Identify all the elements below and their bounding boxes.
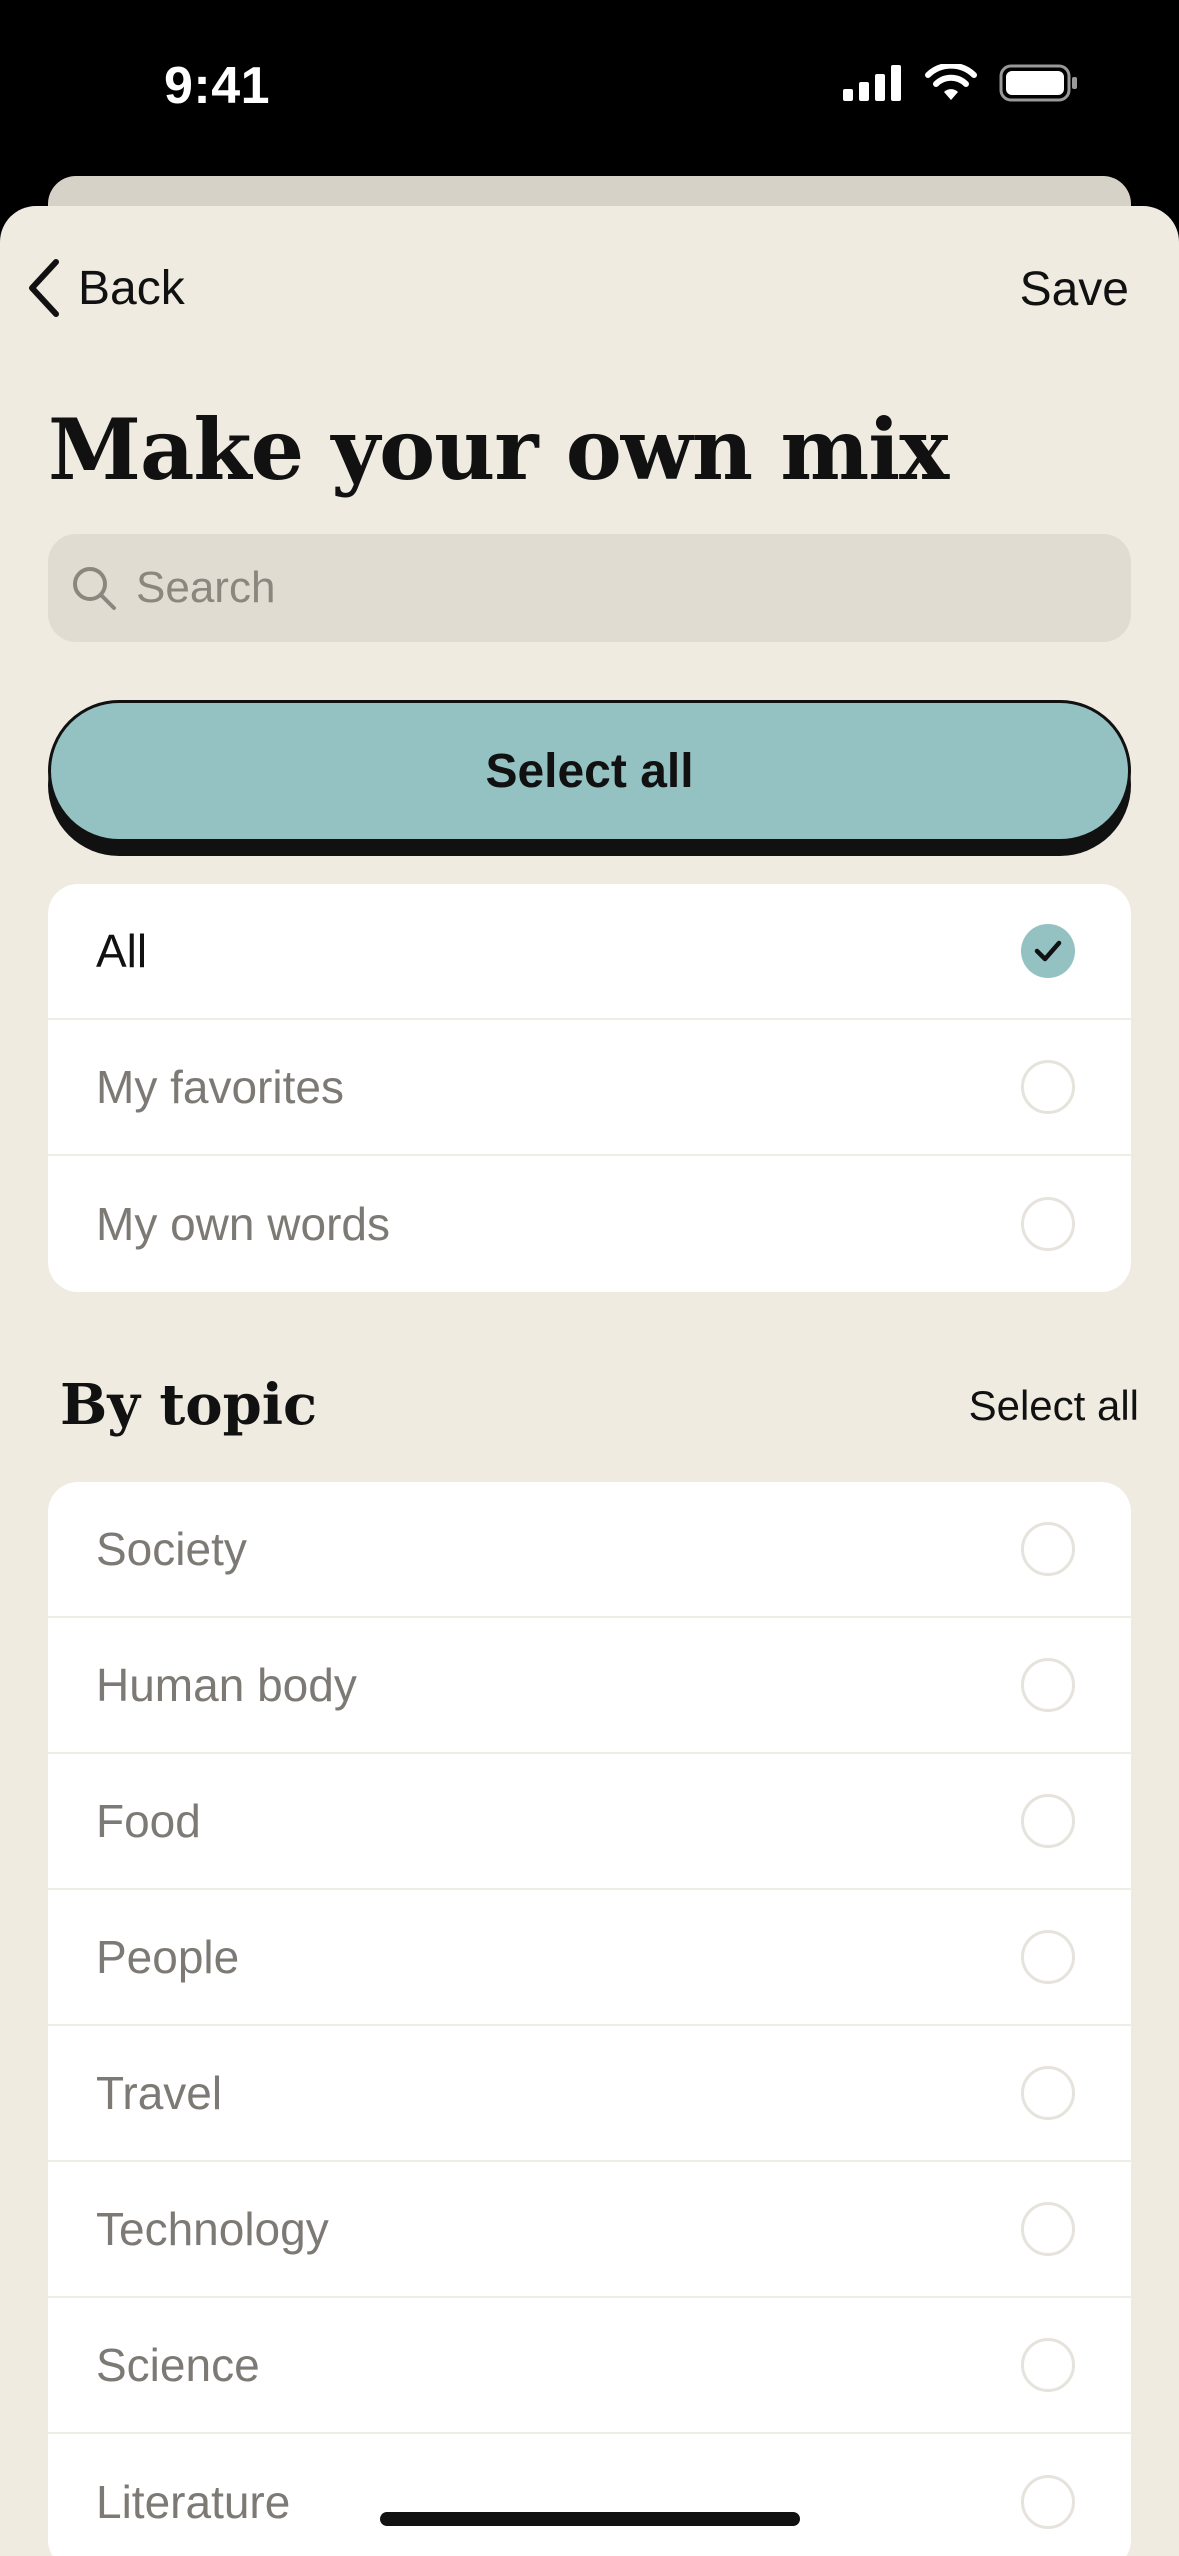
topic-list: Society Human body Food People Travel Te… — [48, 1482, 1131, 2556]
wifi-icon — [925, 64, 977, 100]
unchecked-radio[interactable] — [1021, 1930, 1075, 1984]
topic-label: Literature — [96, 2476, 291, 2528]
search-icon — [73, 567, 116, 610]
topic-item-people[interactable]: People — [48, 1890, 1131, 2026]
option-label: My own words — [96, 1198, 390, 1250]
topic-item-society[interactable]: Society — [48, 1482, 1131, 1618]
section-title-by-topic: By topic — [60, 1372, 318, 1438]
checked-radio[interactable] — [1021, 924, 1075, 978]
topic-select-all-button[interactable]: Select all — [969, 1382, 1139, 1430]
topic-item-food[interactable]: Food — [48, 1754, 1131, 1890]
unchecked-radio[interactable] — [1021, 1060, 1075, 1114]
status-bar: 9:41 — [0, 0, 1179, 180]
status-time: 9:41 — [164, 57, 271, 115]
topic-item-literature[interactable]: Literature — [48, 2434, 1131, 2556]
back-button[interactable]: Back — [24, 258, 185, 318]
unchecked-radio[interactable] — [1021, 2475, 1075, 2529]
unchecked-radio[interactable] — [1021, 1794, 1075, 1848]
save-button[interactable]: Save — [1020, 262, 1129, 317]
back-label: Back — [78, 261, 185, 315]
topic-label: People — [96, 1931, 240, 1983]
topic-item-human-body[interactable]: Human body — [48, 1618, 1131, 1754]
unchecked-radio[interactable] — [1021, 2066, 1075, 2120]
option-label: All — [96, 925, 148, 977]
home-indicator — [380, 2512, 800, 2526]
unchecked-radio[interactable] — [1021, 2338, 1075, 2392]
option-my-favorites[interactable]: My favorites — [48, 1020, 1131, 1156]
topic-item-travel[interactable]: Travel — [48, 2026, 1131, 2162]
unchecked-radio[interactable] — [1021, 1197, 1075, 1251]
topic-label: Technology — [96, 2203, 329, 2255]
topic-label: Science — [96, 2339, 260, 2391]
status-icons — [843, 64, 1079, 102]
topic-label: Human body — [96, 1659, 357, 1711]
search-input[interactable] — [136, 563, 1036, 613]
unchecked-radio[interactable] — [1021, 2202, 1075, 2256]
cellular-signal-icon — [843, 65, 901, 101]
search-bar[interactable] — [48, 534, 1131, 642]
battery-icon — [999, 64, 1077, 102]
topic-label: Food — [96, 1795, 201, 1847]
topic-label: Travel — [96, 2067, 223, 2119]
chevron-left-icon — [29, 259, 59, 317]
option-label: My favorites — [96, 1061, 344, 1113]
unchecked-radio[interactable] — [1021, 1658, 1075, 1712]
topic-label: Society — [96, 1523, 247, 1575]
select-all-button[interactable]: Select all — [48, 700, 1131, 842]
option-all[interactable]: All — [48, 884, 1131, 1020]
main-options-list: All My favorites My own words — [48, 884, 1131, 1292]
option-my-own-words[interactable]: My own words — [48, 1156, 1131, 1292]
topic-item-technology[interactable]: Technology — [48, 2162, 1131, 2298]
topic-item-science[interactable]: Science — [48, 2298, 1131, 2434]
checkmark-icon — [1034, 940, 1062, 962]
unchecked-radio[interactable] — [1021, 1522, 1075, 1576]
page-title: Make your own mix — [48, 400, 949, 499]
